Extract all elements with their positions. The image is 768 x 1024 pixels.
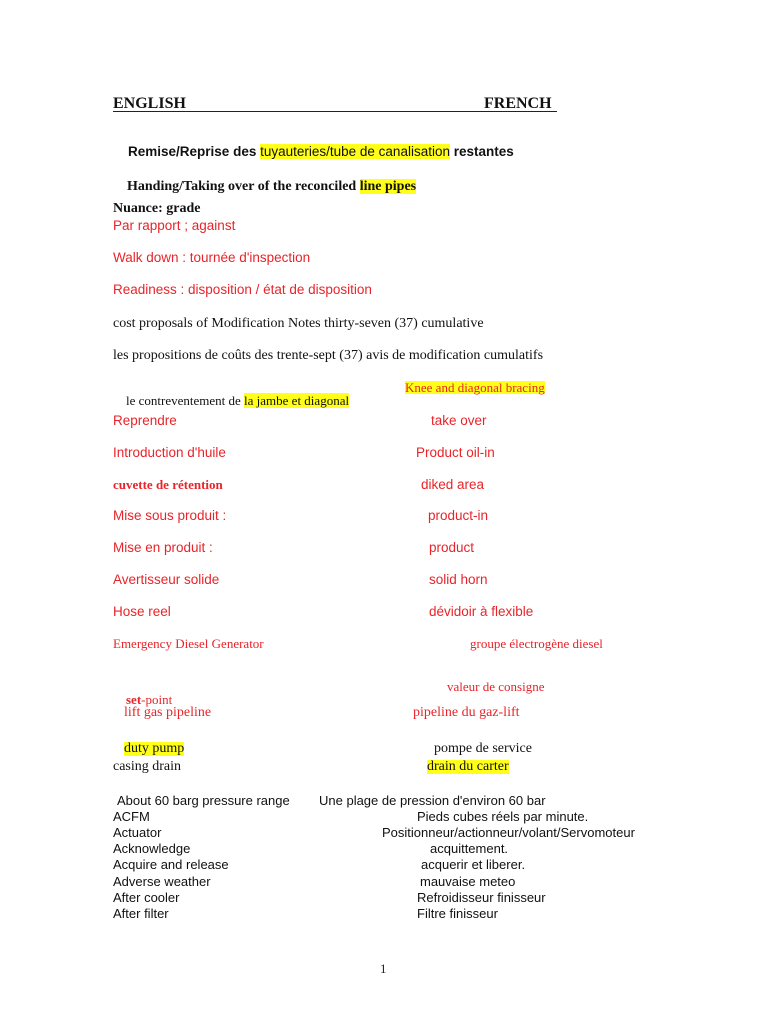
term-right: product-in bbox=[428, 508, 489, 523]
glossary-left: ACFM bbox=[113, 809, 150, 824]
bracing-english: Knee and diagonal bracing bbox=[405, 380, 545, 395]
glossary-right: acquittement. bbox=[430, 841, 509, 856]
glossary-left: Acquire and release bbox=[113, 857, 229, 872]
term-left: Mise en produit : bbox=[113, 540, 213, 555]
duty-pump-right: pompe de service bbox=[434, 741, 532, 756]
glossary-right: Pieds cubes réels par minute. bbox=[417, 809, 589, 824]
glossary-right: Filtre finisseur bbox=[417, 906, 498, 921]
term-right: Product oil-in bbox=[416, 445, 495, 460]
duty-pump-left: duty pump bbox=[124, 741, 185, 756]
term-left: cuvette de rétention bbox=[113, 477, 223, 492]
term-left: Mise sous produit : bbox=[113, 508, 227, 523]
note-cost-proposals-fr: les propositions de coûts des trente-sep… bbox=[113, 348, 544, 363]
bracing-prefix: le contreventement de bbox=[126, 393, 245, 408]
document-page: ENGLISH FRENCH Remise/Reprise des tuyaut… bbox=[0, 0, 768, 1024]
note-readiness: Readiness : disposition / état de dispos… bbox=[113, 282, 372, 297]
term-left: Avertisseur solide bbox=[113, 572, 220, 587]
header-french: FRENCH bbox=[484, 95, 552, 112]
glossary-left: Adverse weather bbox=[113, 874, 211, 889]
glossary-left: After filter bbox=[113, 906, 169, 921]
title-french-suffix: restantes bbox=[449, 143, 514, 159]
term-right: solid horn bbox=[429, 572, 488, 587]
glossary-left: Acknowledge bbox=[113, 841, 191, 856]
page-number: 1 bbox=[380, 961, 387, 976]
term-right: take over bbox=[431, 413, 487, 428]
note-par-rapport: Par rapport ; against bbox=[113, 218, 236, 233]
term-right: product bbox=[429, 540, 475, 555]
term-left: Hose reel bbox=[113, 604, 171, 619]
glossary-left: About 60 barg pressure range bbox=[117, 793, 290, 808]
glossary-right: Positionneur/actionneur/volant/Servomote… bbox=[382, 825, 635, 840]
lift-gas-left: lift gas pipeline bbox=[124, 705, 212, 720]
note-walk-down: Walk down : tournée d'inspection bbox=[113, 250, 311, 265]
bracing-highlight: la jambe et diagonal bbox=[244, 393, 350, 408]
title-english-highlight: line pipes bbox=[359, 179, 417, 194]
casing-drain-right: drain du carter bbox=[427, 759, 509, 774]
term-right: groupe électrogène diesel bbox=[470, 636, 603, 651]
title-french-prefix: Remise/Reprise des bbox=[128, 143, 261, 159]
title-english-prefix: Handing/Taking over of the reconciled bbox=[127, 179, 360, 194]
title-french-highlight: tuyauteries/tube de canalisation bbox=[260, 143, 450, 159]
glossary-left: Actuator bbox=[113, 825, 162, 840]
term-right: diked area bbox=[421, 477, 485, 492]
setpoint-right: valeur de consigne bbox=[447, 679, 545, 694]
header-english: ENGLISH bbox=[113, 95, 186, 112]
glossary-right: mauvaise meteo bbox=[420, 874, 516, 889]
term-left: Emergency Diesel Generator bbox=[113, 636, 264, 651]
header-underline bbox=[113, 111, 557, 113]
term-left: Introduction d'huile bbox=[113, 445, 226, 460]
lift-gas-right: pipeline du gaz-lift bbox=[413, 705, 520, 720]
glossary-right: Une plage de pression d'environ 60 bar bbox=[319, 793, 546, 808]
term-left: Reprendre bbox=[113, 413, 177, 428]
casing-drain-left: casing drain bbox=[113, 759, 182, 774]
term-right: dévidoir à flexible bbox=[429, 604, 534, 619]
glossary-right: Refroidisseur finisseur bbox=[417, 890, 546, 905]
glossary-left: After cooler bbox=[113, 890, 180, 905]
nuance-heading: Nuance: grade bbox=[113, 201, 201, 216]
glossary-right: acquerir et liberer. bbox=[421, 857, 526, 872]
note-cost-proposals-en: cost proposals of Modification Notes thi… bbox=[113, 316, 484, 331]
